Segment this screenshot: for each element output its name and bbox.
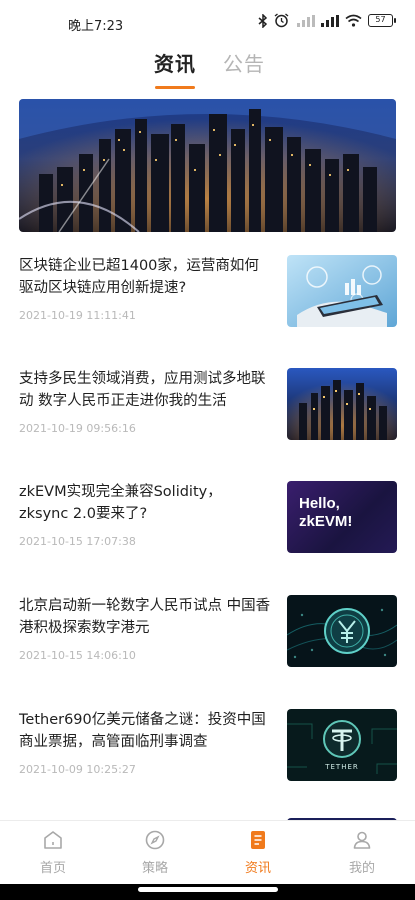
hand-tablet-image bbox=[287, 255, 397, 327]
status-bar: 晚上7:23 57 bbox=[0, 0, 415, 44]
status-time: 晚上7:23 bbox=[68, 19, 124, 34]
nav-news[interactable]: 资讯 bbox=[228, 829, 288, 876]
document-icon bbox=[251, 831, 265, 849]
news-title: zkEVM实现完全兼容Solidity，zksync 2.0要来了? bbox=[19, 484, 222, 522]
nav-profile[interactable]: 我的 bbox=[332, 829, 392, 876]
news-item[interactable]: 区块链企业已超1400家，运营商如何驱动区块链应用创新提速? 2021-10-1… bbox=[19, 255, 397, 329]
nav-news-label: 资讯 bbox=[244, 861, 271, 876]
tether-caption: TETHER bbox=[325, 763, 359, 771]
news-title: Tether690亿美元储备之谜：投资中国商业票据，高管面临刑事调查 bbox=[19, 712, 266, 750]
status-icons: 57 bbox=[258, 13, 396, 28]
tab-announcements[interactable]: 公告 bbox=[223, 48, 265, 77]
tab-news[interactable]: 资讯 bbox=[154, 48, 196, 77]
zkevm-image: Hello, zkEVM! bbox=[287, 481, 397, 553]
news-item[interactable]: 支持多民生领域消费，应用测试多地联动 数字人民币正走进你我的生活 2021-10… bbox=[19, 368, 397, 442]
tab-bar: 资讯 公告 bbox=[0, 48, 415, 90]
battery-level: 57 bbox=[375, 15, 386, 24]
banner-image[interactable] bbox=[19, 99, 396, 232]
alarm-icon bbox=[274, 13, 289, 28]
nav-home[interactable]: 首页 bbox=[23, 829, 83, 876]
news-title: 区块链企业已超1400家，运营商如何驱动区块链应用创新提速? bbox=[19, 258, 259, 296]
nav-strategy-label: 策略 bbox=[141, 861, 168, 876]
signal-hd-icon bbox=[297, 14, 315, 27]
nav-profile-label: 我的 bbox=[348, 861, 375, 876]
compass-icon bbox=[145, 830, 165, 850]
zkevm-caption: Hello, zkEVM! bbox=[299, 495, 353, 530]
user-icon bbox=[353, 831, 371, 849]
home-icon bbox=[44, 831, 62, 849]
yuan-coin-image bbox=[287, 595, 397, 667]
news-item[interactable]: 北京启动新一轮数字人民币试点 中国香港积极探索数字港元 2021-10-15 1… bbox=[19, 595, 397, 669]
city-night-image bbox=[287, 368, 397, 440]
wifi-icon bbox=[345, 14, 362, 27]
news-title: 北京启动新一轮数字人民币试点 中国香港积极探索数字港元 bbox=[19, 598, 271, 636]
nav-strategy[interactable]: 策略 bbox=[125, 829, 185, 876]
news-item[interactable]: Tether690亿美元储备之谜：投资中国商业票据，高管面临刑事调查 2021-… bbox=[19, 709, 397, 783]
nav-home-label: 首页 bbox=[39, 861, 66, 876]
news-date: 2021-10-19 11:11:41 bbox=[19, 309, 136, 322]
tether-image: TETHER bbox=[287, 709, 397, 781]
battery-icon: 57 bbox=[368, 14, 396, 27]
home-indicator[interactable] bbox=[138, 887, 278, 892]
news-item[interactable]: zkEVM实现完全兼容Solidity，zksync 2.0要来了? 2021-… bbox=[19, 481, 397, 555]
bluetooth-icon bbox=[258, 13, 268, 28]
active-tab-indicator bbox=[155, 86, 195, 89]
news-date: 2021-10-19 09:56:16 bbox=[19, 422, 136, 435]
news-date: 2021-10-15 17:07:38 bbox=[19, 535, 136, 548]
news-date: 2021-10-09 10:25:27 bbox=[19, 763, 136, 776]
news-date: 2021-10-15 14:06:10 bbox=[19, 649, 136, 662]
news-title: 支持多民生领域消费，应用测试多地联动 数字人民币正走进你我的生活 bbox=[19, 371, 266, 409]
signal-icon bbox=[321, 14, 339, 27]
bottom-nav: 首页 策略 资讯 我的 bbox=[0, 820, 415, 882]
system-home-bar bbox=[0, 884, 415, 900]
